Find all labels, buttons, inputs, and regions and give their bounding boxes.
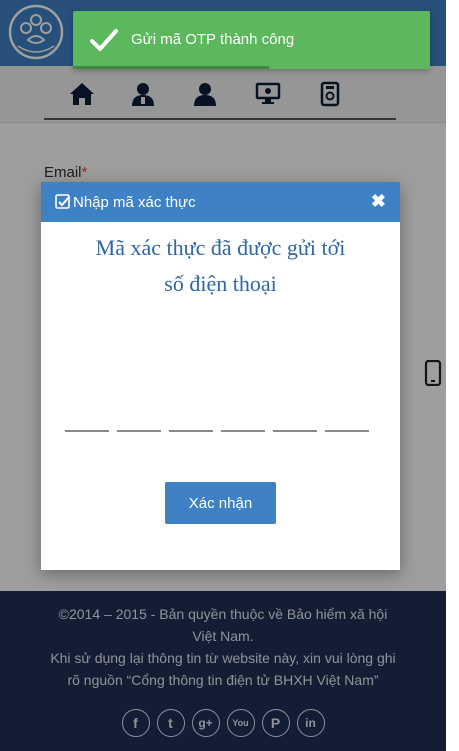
checkbox-checked-icon <box>55 194 70 209</box>
right-margin <box>446 0 459 751</box>
otp-digit-4[interactable] <box>221 428 265 432</box>
modal-title: Nhập mã xác thực <box>73 194 196 211</box>
otp-digit-2[interactable] <box>117 428 161 432</box>
toast-message: Gửi mã OTP thành công <box>131 31 295 48</box>
close-button[interactable]: ✖ <box>371 191 386 212</box>
otp-sent-message: Mã xác thực đã được gửi tới số điện thoạ… <box>41 230 400 302</box>
otp-sent-message-line-1: Mã xác thực đã được gửi tới <box>95 235 346 260</box>
otp-digit-6[interactable] <box>325 428 369 432</box>
check-icon <box>90 29 118 51</box>
page: Email* ©2014 – 2015 - Bản quyền thuộc về… <box>0 0 446 751</box>
confirm-button[interactable]: Xác nhận <box>165 482 276 524</box>
otp-digit-1[interactable] <box>65 428 109 432</box>
success-toast[interactable]: Gửi mã OTP thành công <box>73 11 430 69</box>
otp-sent-message-line-2: số điện thoại <box>164 271 277 296</box>
otp-input-group <box>65 428 369 432</box>
otp-modal: Nhập mã xác thực ✖ Mã xác thực đã được g… <box>41 182 400 570</box>
otp-digit-5[interactable] <box>273 428 317 432</box>
toast-progress-bar <box>73 66 270 69</box>
otp-digit-3[interactable] <box>169 428 213 432</box>
modal-header: Nhập mã xác thực ✖ <box>41 182 400 222</box>
